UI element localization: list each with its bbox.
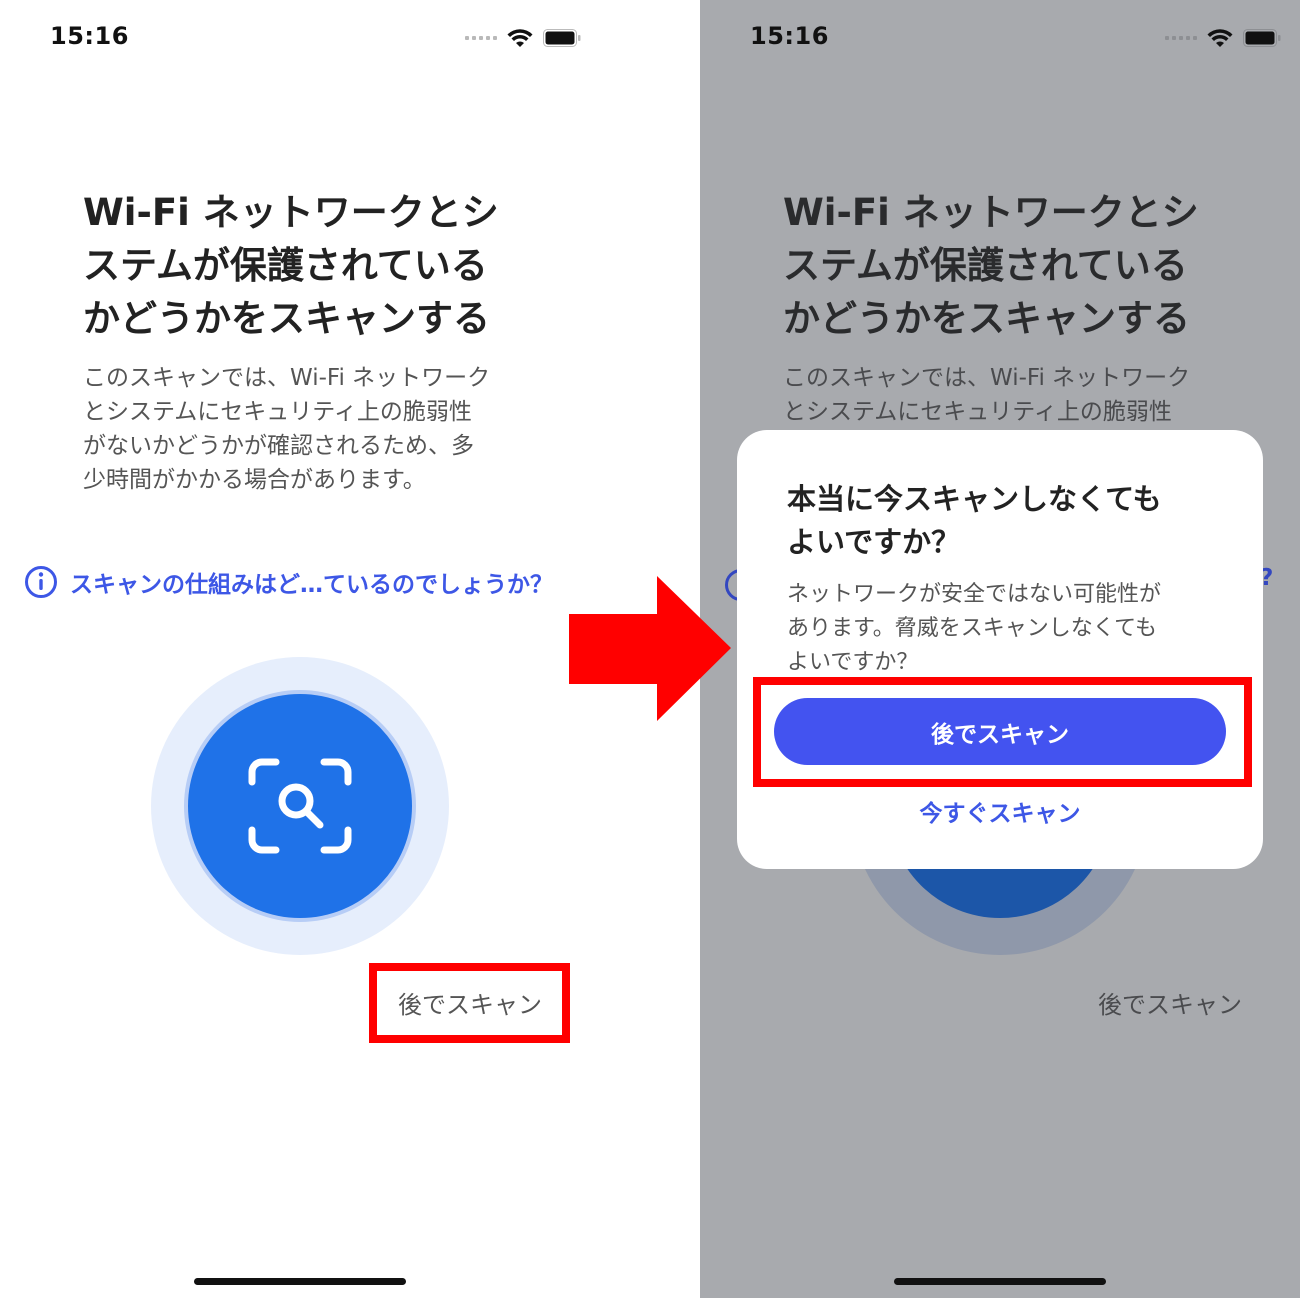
highlight-box: [369, 963, 570, 1043]
battery-icon: [1243, 29, 1281, 47]
title-line: Wi-Fi ネットワークとシ: [783, 191, 1199, 234]
home-indicator: [894, 1278, 1106, 1285]
battery-icon: [543, 29, 581, 47]
description-line: 少時間がかかる場合があります。: [83, 467, 426, 493]
scan-search-icon: [248, 758, 352, 854]
arrow-right-icon: [569, 576, 731, 721]
description-line: このスキャンでは、Wi-Fi ネットワーク: [83, 365, 491, 391]
title-line: Wi-Fi ネットワークとシ: [83, 191, 499, 234]
how-scan-works-link[interactable]: スキャンの仕組みはど…ているのでしょうか？: [24, 565, 553, 599]
status-icons: [1165, 26, 1281, 50]
status-time: 15:16: [750, 22, 829, 50]
highlight-box: [753, 677, 1252, 787]
page-title: Wi-Fi ネットワークとシ ステムが保護されている かどうかをスキャンする: [83, 186, 499, 345]
dialog-message: ネットワークが安全ではない可能性が あります。脅威をスキャンしなくても よいです…: [787, 578, 1161, 680]
title-line: かどうかをスキャンする: [783, 297, 1190, 340]
cellular-signal-icon: [465, 36, 497, 40]
scan-now-link[interactable]: 今すぐスキャン: [737, 794, 1263, 828]
description-line: とシステムにセキュリティ上の脆弱性: [83, 399, 472, 425]
dialog-message-line: ネットワークが安全ではない可能性が: [787, 582, 1162, 607]
description-line: とシステムにセキュリティ上の脆弱性: [783, 399, 1172, 425]
title-line: ステムが保護されている: [83, 244, 488, 287]
description: このスキャンでは、Wi-Fi ネットワーク とシステムにセキュリティ上の脆弱性: [783, 361, 1190, 429]
dialog-title-line: 本当に今スキャンしなくても: [787, 482, 1162, 516]
description-line: がないかどうかが確認されるため、多: [83, 433, 474, 459]
wifi-icon: [1207, 29, 1233, 47]
info-link-label: スキャンの仕組みはど…ているのでしょうか？: [70, 572, 553, 598]
title-line: かどうかをスキャンする: [83, 297, 490, 340]
dialog-message-line: あります。脅威をスキャンしなくても: [787, 616, 1158, 641]
scan-later-link: 後でスキャン: [1098, 991, 1242, 1019]
description: このスキャンでは、Wi-Fi ネットワーク とシステムにセキュリティ上の脆弱性 …: [83, 361, 490, 497]
scan-button[interactable]: [188, 694, 412, 918]
page-title: Wi-Fi ネットワークとシ ステムが保護されている かどうかをスキャンする: [783, 186, 1199, 345]
title-line: ステムが保護されている: [783, 244, 1188, 287]
description-line: このスキャンでは、Wi-Fi ネットワーク: [783, 365, 1191, 391]
home-indicator: [194, 1278, 406, 1285]
cellular-signal-icon: [1165, 36, 1197, 40]
status-icons: [465, 26, 581, 50]
wifi-icon: [507, 29, 533, 47]
dialog-title: 本当に今スキャンしなくても よいですか？: [787, 478, 1162, 564]
info-icon: [25, 566, 57, 598]
status-time: 15:16: [50, 22, 129, 50]
dialog-message-line: よいですか？: [787, 650, 919, 675]
dialog-title-line: よいですか？: [787, 525, 961, 559]
confirm-dialog: 本当に今スキャンしなくても よいですか？ ネットワークが安全ではない可能性が あ…: [737, 430, 1263, 869]
